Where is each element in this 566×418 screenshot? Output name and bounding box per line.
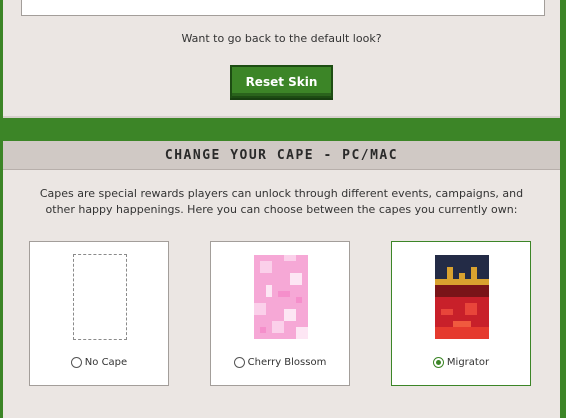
radio-no-cape[interactable] (70, 357, 82, 368)
cape-option-cherry-blossom[interactable]: Cherry Blossom (210, 241, 350, 386)
cape-radio-row: No Cape (30, 357, 168, 368)
cape-option-migrator[interactable]: Migrator (391, 241, 531, 386)
cape-description: Capes are special rewards players can un… (39, 187, 524, 216)
no-cape-placeholder (73, 254, 127, 340)
cape-label-no-cape: No Cape (84, 357, 128, 368)
reset-skin-panel: Want to go back to the default look? Res… (3, 0, 560, 118)
change-cape-section: CHANGE YOUR CAPE - PC/MAC Capes are spec… (3, 141, 560, 418)
radio-cherry-blossom[interactable] (233, 357, 245, 368)
skin-upload-box (21, 0, 545, 16)
cape-radio-row: Migrator (392, 357, 530, 368)
cape-section-heading: CHANGE YOUR CAPE - PC/MAC (3, 141, 560, 170)
cape-label-migrator: Migrator (446, 357, 490, 368)
cape-label-cherry-blossom: Cherry Blossom (247, 357, 327, 368)
radio-migrator[interactable] (432, 357, 444, 368)
cape-radio-row: Cherry Blossom (211, 357, 349, 368)
cape-option-no-cape[interactable]: No Cape (29, 241, 169, 386)
cherry-blossom-cape-image (254, 255, 308, 339)
reset-question: Want to go back to the default look? (181, 32, 382, 45)
migrator-cape-image (435, 255, 489, 339)
reset-skin-button[interactable]: Reset Skin (230, 65, 333, 98)
